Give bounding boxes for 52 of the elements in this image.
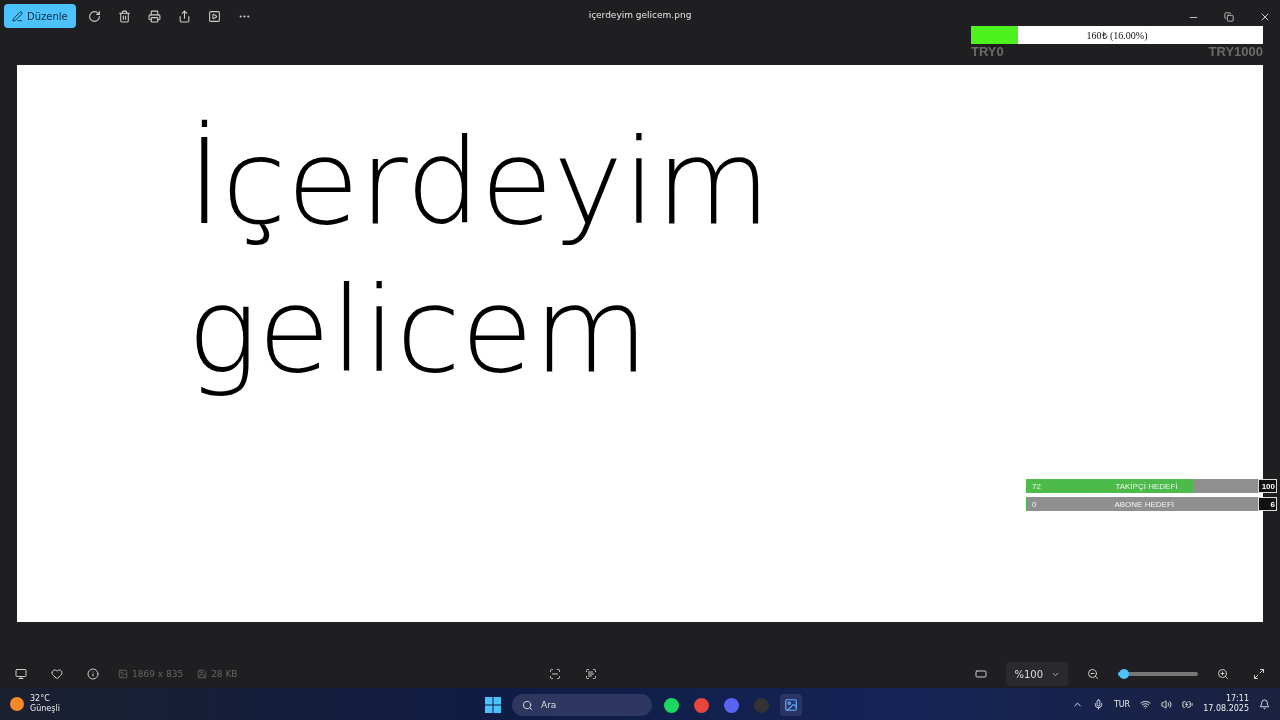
language-indicator[interactable]: TUR: [1113, 699, 1131, 709]
notification-icon[interactable]: [1259, 698, 1270, 710]
handwritten-text: gelicem: [187, 262, 649, 399]
pen-icon: [12, 10, 23, 22]
search-icon: [522, 699, 533, 711]
handwritten-text: İçerdeyim: [187, 115, 771, 251]
restore-icon: [1224, 12, 1234, 22]
microphone-icon[interactable]: [1092, 698, 1104, 710]
trash-icon: [118, 9, 132, 23]
zoom-in-icon: [1217, 668, 1229, 680]
text-scan-icon: [585, 668, 598, 680]
landscape-icon: [784, 698, 798, 712]
battery-icon[interactable]: [1182, 698, 1194, 710]
printer-icon: [148, 9, 162, 23]
image-dimensions: 1869 x 835: [132, 669, 184, 679]
rectangle-icon: [975, 668, 988, 680]
image-icon: [118, 669, 128, 679]
clock[interactable]: 17:11 17.08.2025: [1203, 693, 1249, 715]
heart-icon: [51, 668, 63, 680]
goal-target: 6: [1258, 497, 1277, 511]
weather-temperature: 32°C: [30, 694, 51, 704]
window-title: içerdeyim gelicem.png: [588, 10, 692, 20]
maximum-label: TRY1000: [1208, 44, 1263, 59]
edit-button[interactable]: Düzenle: [4, 4, 76, 28]
zoom-slider[interactable]: [1118, 672, 1198, 676]
zoom-dropdown[interactable]: %100: [1006, 662, 1068, 686]
scan-icon: [549, 668, 562, 680]
rotate-icon: [88, 9, 102, 23]
expand-icon: [1253, 668, 1265, 680]
info-icon: [87, 668, 99, 680]
weather-text: Güneşli: [30, 704, 60, 714]
file-size: 28 KB: [211, 669, 238, 679]
minimum-label: TRY0: [971, 44, 1004, 59]
goal-current: 72: [1032, 481, 1041, 491]
wifi-icon[interactable]: [1140, 698, 1152, 710]
goal-label: ABONE HEDEFİ: [1114, 499, 1174, 509]
volume-icon[interactable]: [1161, 698, 1173, 710]
monitor-icon: [15, 668, 27, 680]
start-button[interactable]: [482, 694, 504, 716]
goal-current: 0: [1032, 499, 1037, 509]
taskbar-search[interactable]: Ara: [512, 694, 652, 716]
goal-label: TAKİPÇİ HEDEFİ: [1115, 481, 1178, 491]
windows-icon: [485, 697, 501, 713]
close-icon: [1259, 11, 1271, 23]
share-icon: [178, 9, 192, 23]
progress-label: 160₺ (16.00%): [1086, 29, 1148, 42]
slider-thumb[interactable]: [1119, 669, 1130, 679]
photos-app-icon[interactable]: [780, 694, 802, 716]
goal-target: 100: [1258, 479, 1277, 493]
play-icon: [208, 9, 222, 23]
sun-icon: [10, 697, 24, 711]
zoom-out-icon: [1087, 668, 1099, 680]
